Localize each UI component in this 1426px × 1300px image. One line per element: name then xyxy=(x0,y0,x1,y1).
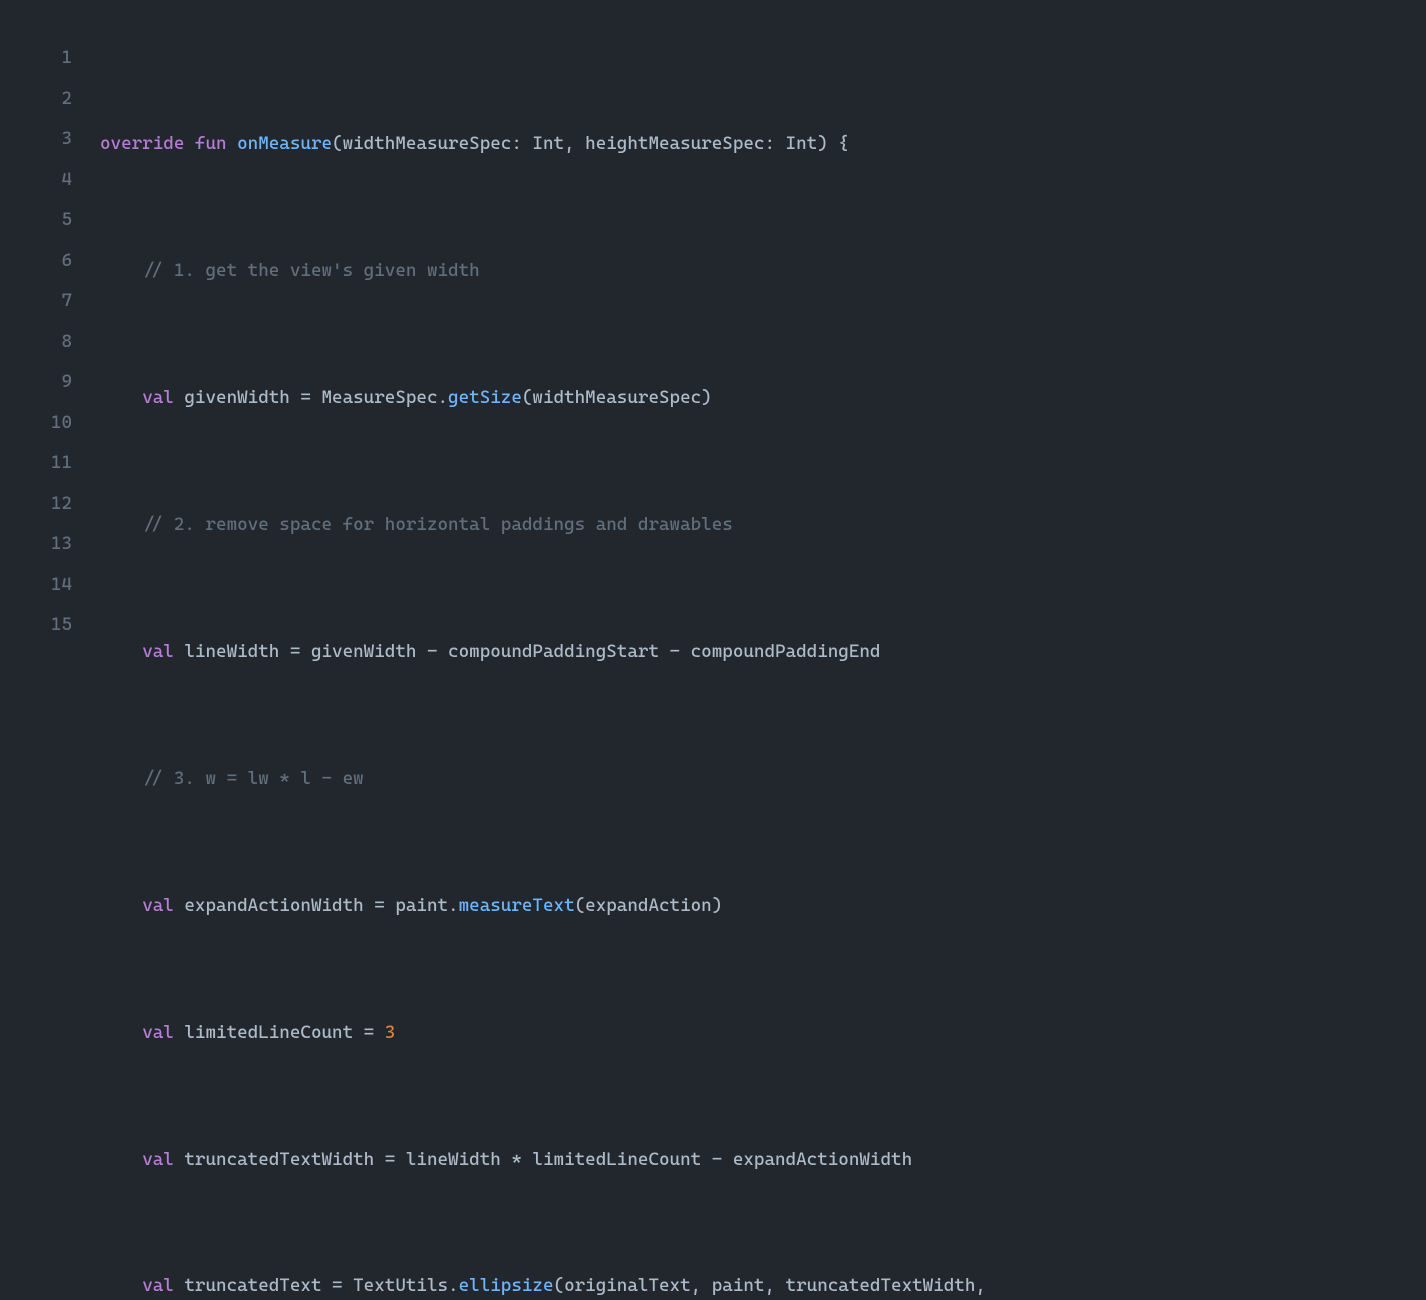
identifier: expandActionWidth xyxy=(733,1149,912,1170)
identifier: lineWidth xyxy=(184,641,279,662)
code-line: // 1. get the view's given width xyxy=(100,251,1406,292)
line-number: 1 xyxy=(20,38,72,79)
line-number: 10 xyxy=(20,403,72,444)
type: Int xyxy=(532,133,564,154)
identifier: expandActionWidth xyxy=(184,895,363,916)
method-call: ellipsize xyxy=(459,1275,554,1296)
line-number: 14 xyxy=(20,565,72,606)
keyword: val xyxy=(142,641,174,662)
method-call: getSize xyxy=(448,387,522,408)
keyword: override xyxy=(100,133,184,154)
code-line: val limitedLineCount = 3 xyxy=(100,1013,1406,1054)
identifier: TextUtils xyxy=(353,1275,448,1296)
identifier: givenWidth xyxy=(311,641,416,662)
line-number: 15 xyxy=(20,605,72,646)
code-area[interactable]: override fun onMeasure(widthMeasureSpec:… xyxy=(100,38,1406,1300)
line-number: 3 xyxy=(20,119,72,160)
identifier: compoundPaddingEnd xyxy=(691,641,881,662)
identifier: compoundPaddingStart xyxy=(448,641,659,662)
identifier: limitedLineCount xyxy=(532,1149,701,1170)
code-line: val givenWidth = MeasureSpec.getSize(wid… xyxy=(100,378,1406,419)
line-number: 4 xyxy=(20,160,72,201)
identifier: expandAction xyxy=(585,895,712,916)
comment: // 1. get the view's given width xyxy=(142,260,480,281)
comment: // 2. remove space for horizontal paddin… xyxy=(142,514,733,535)
identifier: paint xyxy=(395,895,448,916)
code-line: // 3. w = lw * l - ew xyxy=(100,759,1406,800)
line-number: 2 xyxy=(20,79,72,120)
identifier: widthMeasureSpec xyxy=(532,387,701,408)
identifier: paint xyxy=(712,1275,765,1296)
line-number: 12 xyxy=(20,484,72,525)
code-line: override fun onMeasure(widthMeasureSpec:… xyxy=(100,124,1406,165)
identifier: heightMeasureSpec xyxy=(585,133,764,154)
identifier: truncatedTextWidth xyxy=(786,1275,976,1296)
identifier: limitedLineCount xyxy=(184,1022,353,1043)
keyword: val xyxy=(142,895,174,916)
identifier: givenWidth xyxy=(184,387,289,408)
method-call: measureText xyxy=(459,895,575,916)
code-block: 1 2 3 4 5 6 7 8 9 10 11 12 13 14 15 over… xyxy=(20,20,1406,1300)
keyword: val xyxy=(142,387,174,408)
code-line: val truncatedText = TextUtils.ellipsize(… xyxy=(100,1266,1406,1300)
identifier: MeasureSpec xyxy=(321,387,437,408)
line-number: 6 xyxy=(20,241,72,282)
code-line: val lineWidth = givenWidth - compoundPad… xyxy=(100,632,1406,673)
line-number: 7 xyxy=(20,281,72,322)
line-number-gutter: 1 2 3 4 5 6 7 8 9 10 11 12 13 14 15 xyxy=(20,38,100,1300)
type: Int xyxy=(786,133,818,154)
keyword: val xyxy=(142,1149,174,1170)
line-number: 11 xyxy=(20,443,72,484)
identifier: originalText xyxy=(564,1275,691,1296)
line-number: 9 xyxy=(20,362,72,403)
identifier: truncatedText xyxy=(184,1275,321,1296)
keyword: val xyxy=(142,1022,174,1043)
keyword: fun xyxy=(195,133,227,154)
line-number: 5 xyxy=(20,200,72,241)
function-name: onMeasure xyxy=(237,133,332,154)
comment: // 3. w = lw * l - ew xyxy=(142,768,363,789)
identifier: widthMeasureSpec xyxy=(343,133,512,154)
number-literal: 3 xyxy=(385,1022,396,1043)
line-number: 13 xyxy=(20,524,72,565)
code-line: // 2. remove space for horizontal paddin… xyxy=(100,505,1406,546)
identifier: lineWidth xyxy=(406,1149,501,1170)
keyword: val xyxy=(142,1275,174,1296)
code-line: val truncatedTextWidth = lineWidth * lim… xyxy=(100,1140,1406,1181)
line-number: 8 xyxy=(20,322,72,363)
identifier: truncatedTextWidth xyxy=(184,1149,374,1170)
code-line: val expandActionWidth = paint.measureTex… xyxy=(100,886,1406,927)
